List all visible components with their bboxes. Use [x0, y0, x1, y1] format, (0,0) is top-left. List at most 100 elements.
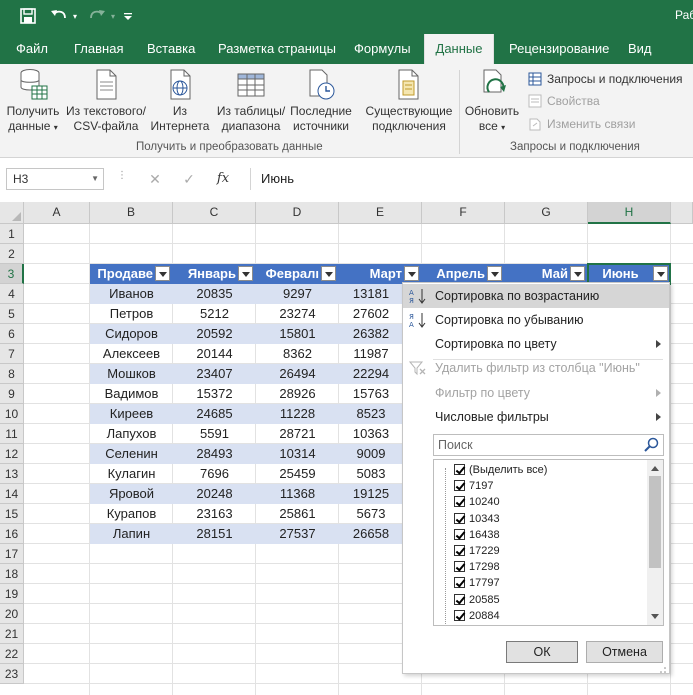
row-header[interactable]: 16 — [0, 524, 24, 544]
table-cell-seller[interactable]: Курапов — [90, 504, 173, 524]
table-cell-value[interactable]: 15372 — [173, 384, 256, 404]
cancel-icon[interactable]: ✕ — [138, 168, 172, 190]
select-all-checkbox-item[interactable]: (Выделить все) — [454, 462, 547, 478]
redo-dropdown-icon[interactable]: ▾ — [108, 6, 118, 26]
row-header[interactable]: 12 — [0, 444, 24, 464]
table-cell-value[interactable]: 26658 — [339, 524, 403, 544]
refresh-all-button[interactable]: Обновить все ▾ — [462, 68, 522, 135]
sort-ascending-item[interactable]: АЯ Сортировка по возрастанию — [403, 284, 669, 308]
table-cell-seller[interactable]: Мошков — [90, 364, 173, 384]
row-header[interactable]: 11 — [0, 424, 24, 444]
table-cell-value[interactable]: 28721 — [256, 424, 339, 444]
scroll-up-icon[interactable] — [651, 466, 659, 471]
tab-insert[interactable]: Вставка — [147, 34, 195, 64]
row-header[interactable]: 9 — [0, 384, 24, 404]
checkbox-checked-icon[interactable] — [454, 609, 465, 621]
row-header[interactable]: 4 — [0, 284, 24, 304]
tab-formulas[interactable]: Формулы — [354, 34, 411, 64]
filter-value-item[interactable]: 16438 — [454, 527, 500, 543]
tab-data[interactable]: Данные — [424, 34, 494, 64]
filter-value-item[interactable]: 20585 — [454, 592, 500, 608]
table-cell-value[interactable]: 26382 — [339, 324, 403, 344]
get-data-button[interactable]: Получить данные ▾ — [4, 68, 62, 135]
checkbox-checked-icon[interactable] — [454, 496, 465, 508]
table-cell-seller[interactable]: Лапухов — [90, 424, 173, 444]
row-header[interactable]: 17 — [0, 544, 24, 564]
table-cell-value[interactable]: 10363 — [339, 424, 403, 444]
table-cell-value[interactable]: 28151 — [173, 524, 256, 544]
table-cell-value[interactable]: 27537 — [256, 524, 339, 544]
scroll-down-icon[interactable] — [651, 614, 659, 619]
column-header-d[interactable]: D — [256, 202, 339, 224]
filter-dropdown-may[interactable] — [570, 266, 585, 281]
row-header[interactable]: 6 — [0, 324, 24, 344]
table-cell-value[interactable]: 25459 — [256, 464, 339, 484]
filter-value-item[interactable]: 17797 — [454, 575, 500, 591]
filter-dropdown-feb[interactable] — [321, 266, 336, 281]
tab-home[interactable]: Главная — [74, 34, 123, 64]
column-header-f[interactable]: F — [422, 202, 505, 224]
table-cell-value[interactable]: 28493 — [173, 444, 256, 464]
number-filters-item[interactable]: Числовые фильтры — [403, 405, 669, 429]
table-cell-value[interactable]: 11368 — [256, 484, 339, 504]
checkbox-checked-icon[interactable] — [454, 528, 465, 540]
table-cell-value[interactable]: 13181 — [339, 284, 403, 304]
from-web-button[interactable]: Из Интернета — [148, 68, 212, 134]
row-header[interactable]: 13 — [0, 464, 24, 484]
table-cell-seller[interactable]: Лапин — [90, 524, 173, 544]
filter-value-item[interactable]: 17298 — [454, 559, 500, 575]
table-cell-value[interactable]: 28926 — [256, 384, 339, 404]
tab-file[interactable]: Файл — [16, 34, 48, 64]
table-cell-value[interactable]: 23274 — [256, 304, 339, 324]
filter-by-color-item[interactable]: Фильтр по цвету — [403, 381, 669, 405]
filter-value-item[interactable]: 7197 — [454, 478, 493, 494]
filter-value-item[interactable]: 20884 — [454, 608, 500, 624]
table-cell-value[interactable]: 20592 — [173, 324, 256, 344]
from-table-button[interactable]: Из таблицы/ диапазона — [212, 68, 290, 134]
row-header[interactable]: 18 — [0, 564, 24, 584]
checkbox-checked-icon[interactable] — [454, 464, 465, 475]
table-cell-value[interactable]: 26494 — [256, 364, 339, 384]
table-cell-value[interactable]: 20835 — [173, 284, 256, 304]
select-all-corner[interactable] — [0, 202, 24, 224]
redo-icon[interactable] — [86, 6, 108, 26]
tab-view[interactable]: Вид — [628, 34, 652, 64]
enter-icon[interactable]: ✓ — [172, 168, 206, 190]
column-header-h[interactable]: H — [588, 202, 671, 224]
ok-button[interactable]: ОК — [506, 641, 578, 663]
filter-value-item[interactable]: 10240 — [454, 494, 500, 510]
table-cell-seller[interactable]: Иванов — [90, 284, 173, 304]
tab-page-layout[interactable]: Разметка страницы — [218, 34, 336, 64]
row-header[interactable]: 15 — [0, 504, 24, 524]
filter-value-item[interactable]: 17229 — [454, 543, 500, 559]
row-header[interactable]: 2 — [0, 244, 24, 264]
table-cell-value[interactable]: 5212 — [173, 304, 256, 324]
scroll-thumb[interactable] — [649, 476, 661, 568]
table-cell-value[interactable]: 27602 — [339, 304, 403, 324]
table-cell-value[interactable]: 11228 — [256, 404, 339, 424]
filter-value-item[interactable]: 21045 — [454, 624, 500, 625]
queries-connections-button[interactable]: Запросы и подключения — [528, 72, 683, 86]
filter-value-item[interactable]: 10343 — [454, 511, 500, 527]
column-header-b[interactable]: B — [90, 202, 173, 224]
table-cell-value[interactable]: 15763 — [339, 384, 403, 404]
row-header[interactable]: 1 — [0, 224, 24, 244]
table-cell-seller[interactable]: Вадимов — [90, 384, 173, 404]
table-cell-value[interactable]: 19125 — [339, 484, 403, 504]
filter-dropdown-apr[interactable] — [487, 266, 502, 281]
list-scrollbar[interactable] — [647, 460, 663, 625]
table-cell-value[interactable]: 20248 — [173, 484, 256, 504]
edit-links-button[interactable]: Изменить связи — [528, 117, 635, 131]
table-cell-value[interactable]: 5673 — [339, 504, 403, 524]
table-cell-value[interactable]: 23163 — [173, 504, 256, 524]
name-box-dropdown-icon[interactable]: ▼ — [91, 169, 99, 189]
undo-dropdown-icon[interactable]: ▾ — [70, 6, 80, 26]
table-cell-value[interactable]: 22294 — [339, 364, 403, 384]
row-header[interactable]: 23 — [0, 664, 24, 684]
table-cell-value[interactable]: 10314 — [256, 444, 339, 464]
row-header[interactable]: 21 — [0, 624, 24, 644]
undo-icon[interactable] — [48, 6, 70, 26]
row-header[interactable]: 10 — [0, 404, 24, 424]
table-cell-value[interactable]: 8362 — [256, 344, 339, 364]
checkbox-checked-icon[interactable] — [454, 577, 465, 589]
